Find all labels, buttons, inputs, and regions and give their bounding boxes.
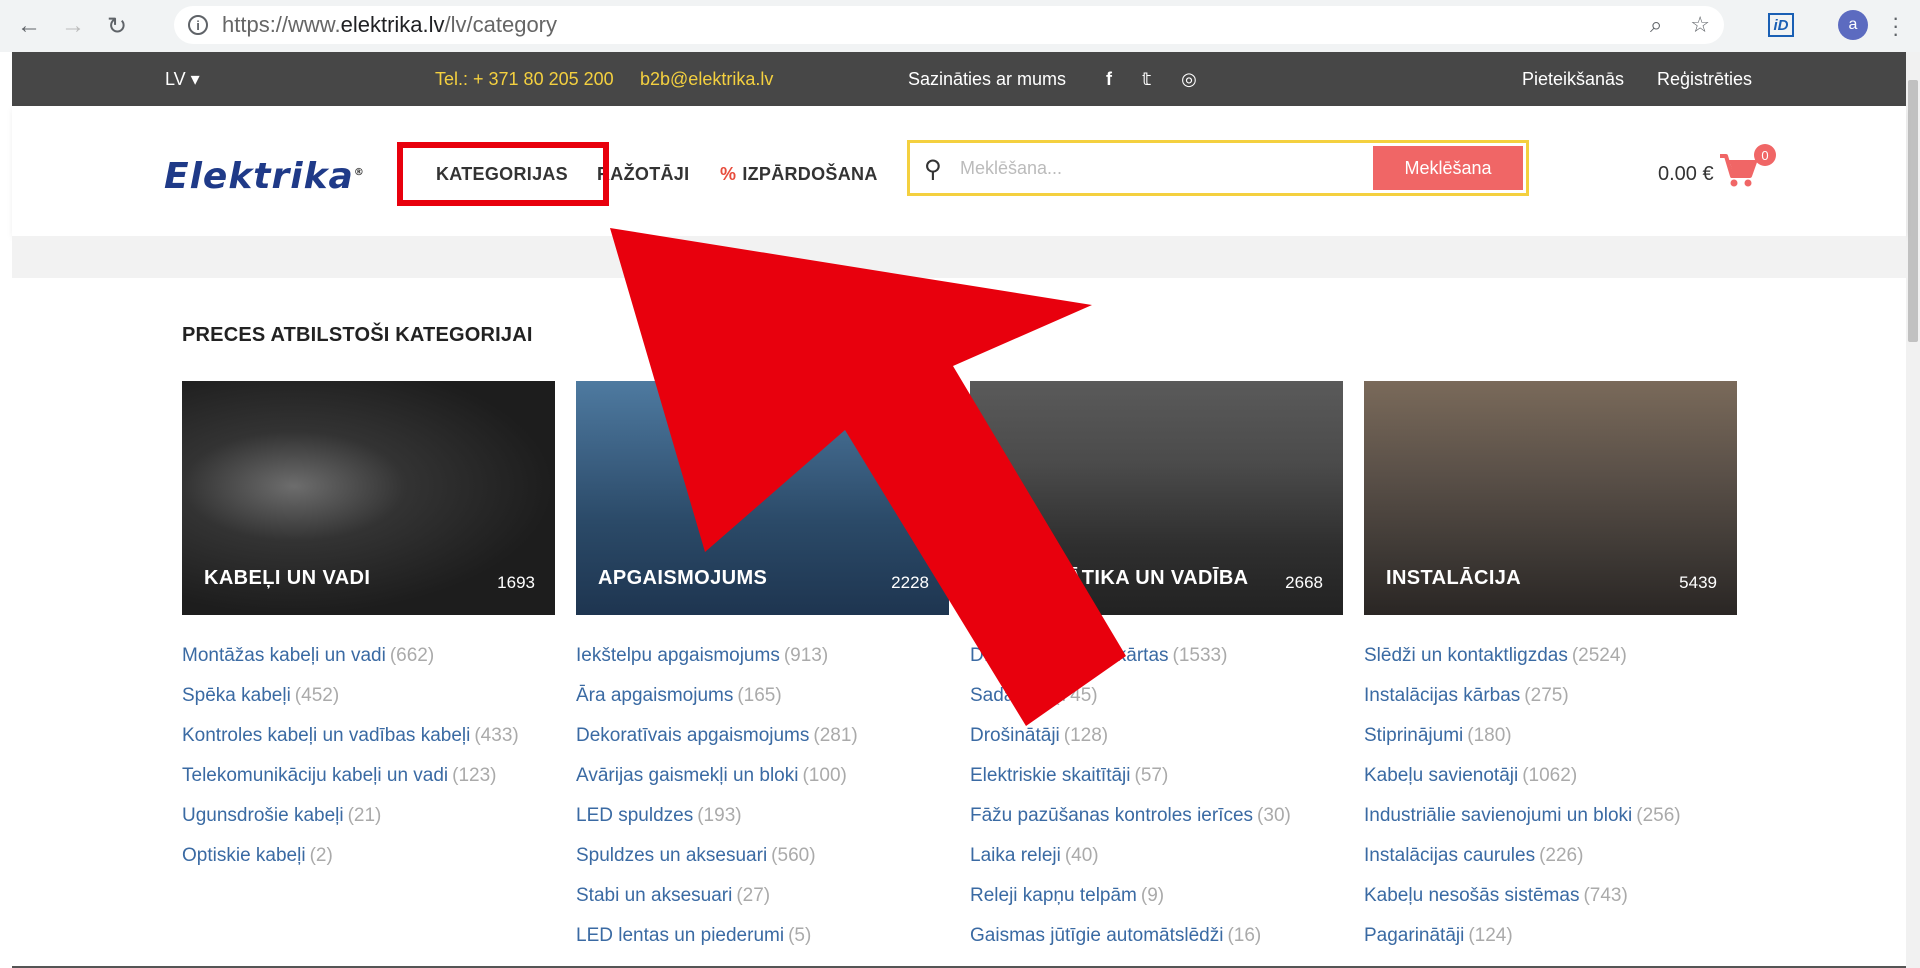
list-item[interactable]: Iekštelpu apgaismojums (913) xyxy=(576,644,858,684)
list-item[interactable]: Ugunsdrošie kabeļi (21) xyxy=(182,804,519,844)
cart-icon[interactable] xyxy=(1718,152,1758,188)
list-item[interactable]: Sadalnes (745) xyxy=(970,684,1291,724)
list-item[interactable]: Drošinātāji (128) xyxy=(970,724,1291,764)
register-link[interactable]: Reģistrēties xyxy=(1657,69,1752,90)
nav-sale[interactable]: % IZPĀRDOŠANA xyxy=(720,164,878,185)
site-header: Elektrika® KATEGORIJAS RAŽOTĀJI % IZPĀRDO… xyxy=(12,106,1906,236)
list-item[interactable]: Fāžu pazūšanas kontroles ierīces (30) xyxy=(970,804,1291,844)
list-item[interactable]: Gaismas jūtīgie automātslēdži (16) xyxy=(970,924,1291,964)
list-item[interactable]: Telekomunikāciju kabeļi un vadi (123) xyxy=(182,764,519,804)
category-card-automation[interactable]: AUTOMĀTIKA UN VADĪBA 2668 xyxy=(970,381,1343,615)
cart-count-badge: 0 xyxy=(1754,144,1776,166)
category-name: KABEĻI UN VADI xyxy=(204,567,371,589)
extension-id-icon[interactable]: iD xyxy=(1768,13,1794,37)
subcategory-list-installation: Slēdži un kontaktligzdas (2524) Instalāci… xyxy=(1364,644,1681,964)
url-text: https://www.elektrika.lv/lv/category xyxy=(222,12,558,37)
list-item[interactable]: DIN modulāras iekārtas (1533) xyxy=(970,644,1291,684)
phone-link[interactable]: Tel.: + 371 80 205 200 xyxy=(435,69,614,90)
list-item[interactable]: Avārijas gaismekļi un bloki (100) xyxy=(576,764,858,804)
subcategory-list-automation: DIN modulāras iekārtas (1533) Sadalnes (74… xyxy=(970,644,1291,964)
cart-total[interactable]: 0.00 € xyxy=(1658,163,1714,186)
category-count: 2228 xyxy=(891,573,929,592)
list-item[interactable]: Spēka kabeļi (452) xyxy=(182,684,519,724)
list-item[interactable]: Releji kapņu telpām (9) xyxy=(970,884,1291,924)
info-icon[interactable]: i xyxy=(188,15,208,35)
subcategory-list-lighting: Iekštelpu apgaismojums (913) Āra apgaismo… xyxy=(576,644,858,964)
list-item[interactable]: Pagarinātāji (124) xyxy=(1364,924,1681,964)
zoom-icon[interactable]: ⌕ xyxy=(1650,12,1662,38)
list-item[interactable]: LED spuldzes (193) xyxy=(576,804,858,844)
percent-icon: % xyxy=(720,164,737,184)
category-card-lighting[interactable]: APGAISMOJUMS 2228 xyxy=(576,381,949,615)
twitter-icon[interactable]: 𝕥 xyxy=(1142,69,1151,90)
list-item[interactable]: Optiskie kabeļi (2) xyxy=(182,844,519,884)
category-name: APGAISMOJUMS xyxy=(598,567,768,589)
list-item[interactable]: Industriālie savienojumi un bloki (256) xyxy=(1364,804,1681,844)
list-item[interactable]: Instalācijas caurules (226) xyxy=(1364,844,1681,884)
breadcrumb-band xyxy=(12,236,1906,278)
list-item[interactable]: Spuldzes un aksesuari (560) xyxy=(576,844,858,884)
search-form: ⚲ Meklēšana xyxy=(907,140,1529,196)
category-card-installation[interactable]: INSTALĀCIJA 5439 xyxy=(1364,381,1737,615)
category-name: AUTOMĀTIKA UN VADĪBA xyxy=(992,567,1249,589)
list-item[interactable]: Kontroles kabeļi un vadības kabeļi (433) xyxy=(182,724,519,764)
category-name: INSTALĀCIJA xyxy=(1386,567,1522,589)
bookmark-star-icon[interactable]: ☆ xyxy=(1690,12,1710,38)
search-icon: ⚲ xyxy=(924,156,942,183)
list-item[interactable]: Montāžas kabeļi un vadi (662) xyxy=(182,644,519,684)
list-item[interactable]: Laika releji (40) xyxy=(970,844,1291,884)
address-bar[interactable]: i https://www.elektrika.lv/lv/category ⌕… xyxy=(174,6,1724,44)
category-count: 2668 xyxy=(1285,573,1323,592)
social-links: f 𝕥 ◎ xyxy=(1106,69,1197,90)
list-item[interactable]: Stiprinājumi (180) xyxy=(1364,724,1681,764)
list-item[interactable]: Instalācijas kārbas (275) xyxy=(1364,684,1681,724)
top-info-bar: LV ▾ Tel.: + 371 80 205 200 b2b@elektrik… xyxy=(12,52,1906,106)
page-title: PRECES ATBILSTOŠI KATEGORIJAI xyxy=(182,324,533,346)
forward-icon[interactable]: → xyxy=(58,11,88,41)
search-button[interactable]: Meklēšana xyxy=(1373,146,1523,190)
profile-avatar[interactable]: a xyxy=(1838,10,1868,40)
instagram-icon[interactable]: ◎ xyxy=(1181,69,1197,90)
contact-link[interactable]: Sazināties ar mums xyxy=(908,69,1066,90)
annotation-highlight-box xyxy=(397,142,609,206)
list-item[interactable]: LED lentas un piederumi (5) xyxy=(576,924,858,964)
site-logo[interactable]: Elektrika® xyxy=(164,156,365,197)
login-link[interactable]: Pieteikšanās xyxy=(1522,69,1624,90)
scrollbar-thumb[interactable] xyxy=(1908,80,1918,342)
list-item[interactable]: Slēdži un kontaktligzdas (2524) xyxy=(1364,644,1681,684)
list-item[interactable]: Kabeļu nesošās sistēmas (743) xyxy=(1364,884,1681,924)
category-count: 1693 xyxy=(497,573,535,592)
list-item[interactable]: Elektriskie skaitītāji (57) xyxy=(970,764,1291,804)
subcategory-list-cables: Montāžas kabeļi un vadi (662) Spēka kabeļ… xyxy=(182,644,519,884)
email-link[interactable]: b2b@elektrika.lv xyxy=(640,69,773,90)
category-card-cables[interactable]: KABEĻI UN VADI 1693 xyxy=(182,381,555,615)
list-item[interactable]: Dekoratīvais apgaismojums (281) xyxy=(576,724,858,764)
category-count: 5439 xyxy=(1679,573,1717,592)
reload-icon[interactable]: ↻ xyxy=(102,11,132,41)
language-selector[interactable]: LV ▾ xyxy=(165,69,200,90)
browser-menu-icon[interactable]: · · · xyxy=(1892,7,1899,45)
list-item[interactable]: Stabi un aksesuari (27) xyxy=(576,884,858,924)
nav-manufacturers[interactable]: RAŽOTĀJI xyxy=(597,164,689,185)
list-item[interactable]: Āra apgaismojums (165) xyxy=(576,684,858,724)
scrollbar[interactable] xyxy=(1906,52,1920,968)
back-icon[interactable]: ← xyxy=(14,11,44,41)
search-input[interactable] xyxy=(960,155,1360,181)
facebook-icon[interactable]: f xyxy=(1106,69,1112,90)
list-item[interactable]: Kabeļu savienotāji (1062) xyxy=(1364,764,1681,804)
